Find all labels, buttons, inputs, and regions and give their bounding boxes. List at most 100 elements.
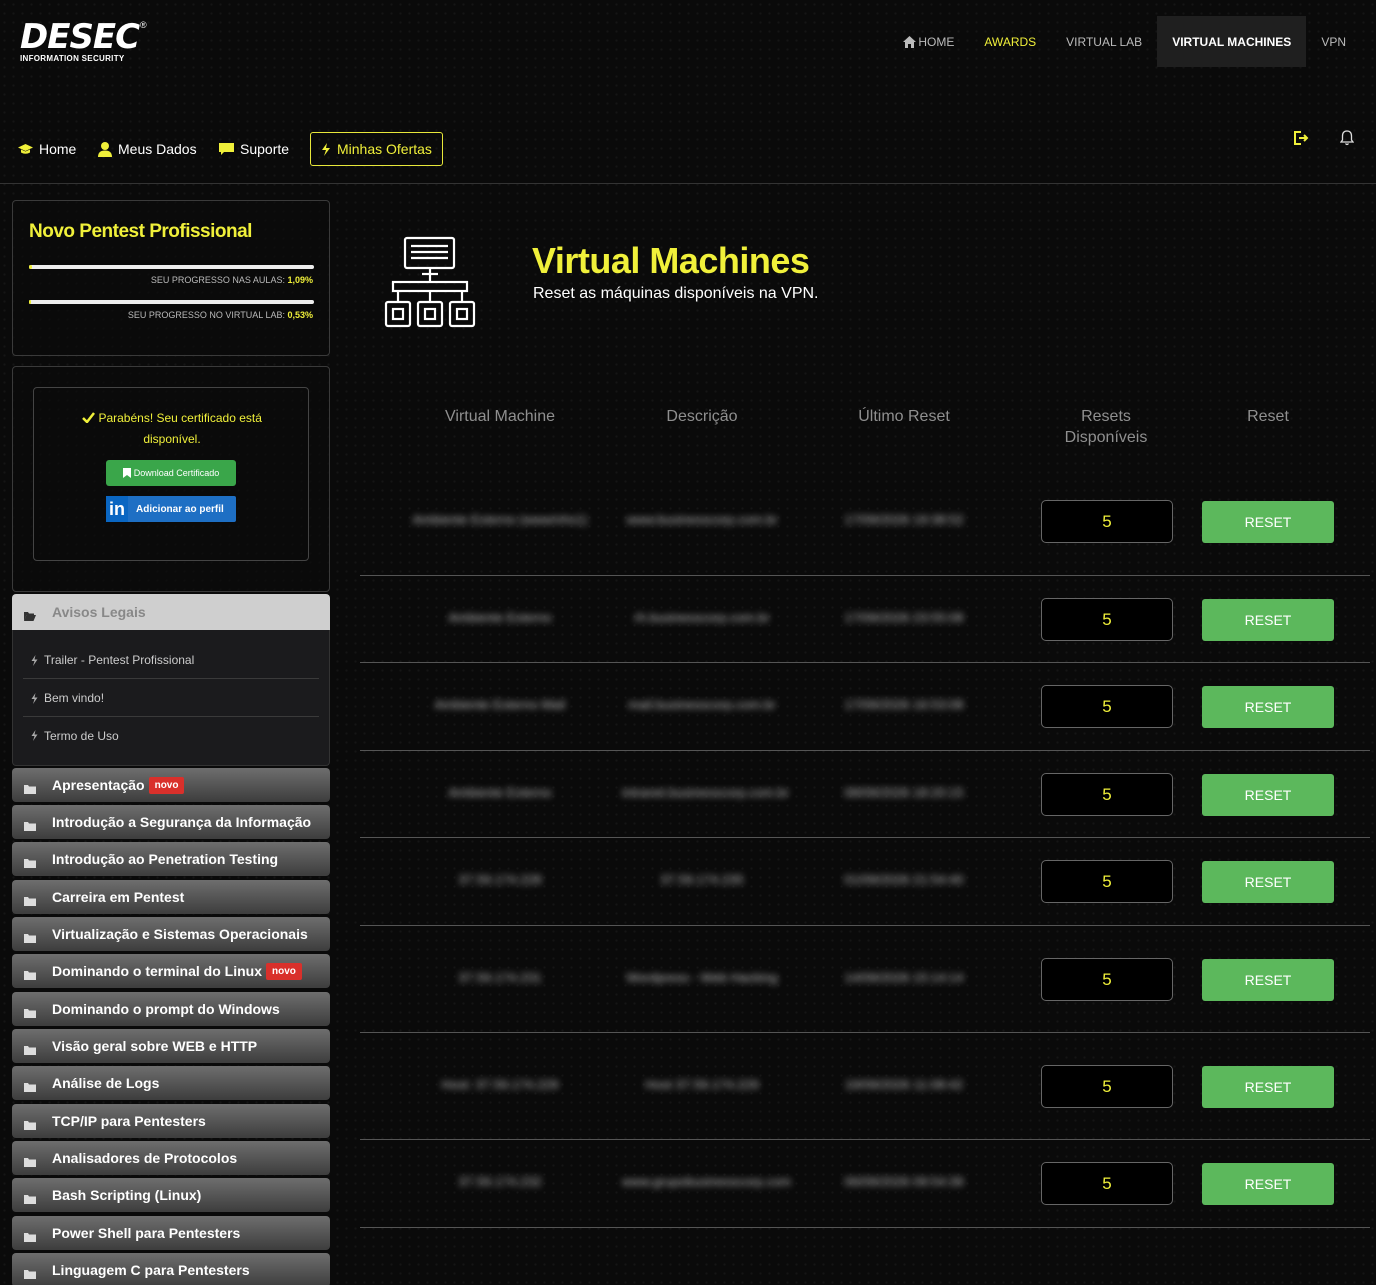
- vm-row: Ambiente Externo intranet.businesscorp.co…: [360, 751, 1370, 838]
- vm-description: intranet.businesscorp.com.br: [622, 785, 789, 800]
- reset-button[interactable]: RESET: [1202, 501, 1334, 543]
- bolt-icon: [31, 654, 38, 666]
- module-item[interactable]: Virtualização e Sistemas Operacionais: [12, 917, 330, 951]
- progress-fill: [29, 300, 31, 304]
- module-item[interactable]: Power Shell para Pentesters: [12, 1216, 330, 1250]
- vm-description: rh.businesscorp.com.br: [634, 610, 770, 625]
- vm-description: 37.59.174.235: [660, 872, 744, 887]
- resets-available-count: 5: [1041, 773, 1173, 816]
- avisos-legais-list: Trailer - Pentest Profissional Bem vindo…: [12, 630, 330, 766]
- folder-icon: [24, 1229, 36, 1242]
- page-subtitle: Reset as máquinas disponíveis na VPN.: [533, 285, 819, 302]
- desec-logo[interactable]: DESEC INFORMATION SECURITY ®: [20, 20, 152, 66]
- nav-virtual-machines[interactable]: VIRTUAL MACHINES: [1157, 16, 1307, 67]
- nav-home[interactable]: HOME: [888, 16, 969, 67]
- certificate-message-line2: disponível.: [143, 432, 201, 446]
- reset-button[interactable]: RESET: [1202, 774, 1334, 816]
- folder-icon: [24, 781, 36, 794]
- logo-registered-mark: ®: [140, 20, 147, 30]
- nav-awards[interactable]: AWARDS: [969, 16, 1051, 67]
- reset-button[interactable]: RESET: [1202, 861, 1334, 903]
- module-item[interactable]: Analisadores de Protocolos: [12, 1141, 330, 1175]
- module-item[interactable]: Carreira em Pentest: [12, 880, 330, 914]
- nav-virtual-lab[interactable]: VIRTUAL LAB: [1051, 16, 1157, 67]
- course-progress-card: Novo Pentest Profissional SEU PROGRESSO …: [12, 200, 330, 356]
- module-item[interactable]: Linguagem C para Pentesters: [12, 1253, 330, 1285]
- logout-icon[interactable]: [1293, 130, 1309, 146]
- module-item[interactable]: Apresentação novo: [12, 768, 330, 802]
- vm-description: mail.businesscorp.com.br: [628, 697, 776, 712]
- page-title: Virtual Machines: [532, 240, 810, 281]
- graduation-cap-icon: [18, 144, 33, 154]
- vm-name: Ambiente Externo: [448, 785, 552, 800]
- header-resets-available: Resets Disponíveis: [1026, 406, 1186, 448]
- home-icon: [903, 35, 917, 48]
- module-item[interactable]: Análise de Logs: [12, 1066, 330, 1100]
- folder-icon: [24, 1266, 36, 1279]
- vm-description: Host 37.59.174.229: [645, 1077, 759, 1092]
- folder-icon: [24, 855, 36, 868]
- module-avisos-legais[interactable]: Avisos Legais: [12, 594, 330, 630]
- lessons-progress-value: 1,09%: [287, 275, 313, 285]
- bookmark-icon: [122, 468, 131, 478]
- module-item-label: Power Shell para Pentesters: [52, 1225, 241, 1241]
- module-item-label: Visão geral sobre WEB e HTTP: [52, 1038, 258, 1054]
- vm-name: Host: 37.59.174.229: [441, 1077, 559, 1092]
- lessons-progress-label: SEU PROGRESSO NAS AULAS: 1,09%: [151, 275, 313, 285]
- module-item[interactable]: Introdução ao Penetration Testing: [12, 842, 330, 876]
- vm-name: 37.59.174.228: [458, 872, 542, 887]
- new-badge: novo: [148, 776, 185, 794]
- chat-bubble-icon: [219, 142, 234, 155]
- subnav-support-label: Suporte: [240, 141, 290, 157]
- module-item[interactable]: Bash Scripting (Linux): [12, 1178, 330, 1212]
- module-item[interactable]: Introdução a Segurança da Informação: [12, 805, 330, 839]
- vm-last-reset: 14/09/2026 15:14:14: [844, 970, 964, 985]
- vm-row: Ambiente Externo (www/vhs1) www.businessc…: [360, 468, 1370, 576]
- download-certificate-label: Download Certificado: [133, 468, 220, 478]
- vm-name: Ambiente Externo Mail: [434, 697, 566, 712]
- subnav-home[interactable]: Home: [18, 132, 76, 166]
- lesson-link[interactable]: Termo de Uso: [23, 717, 319, 754]
- module-item[interactable]: Visão geral sobre WEB e HTTP: [12, 1029, 330, 1063]
- certificate-message: Parabéns! Seu certificado está disponíve…: [34, 408, 310, 450]
- nav-vpn[interactable]: VPN: [1306, 16, 1376, 67]
- subnav-offers-label: Minhas Ofertas: [337, 141, 432, 157]
- vm-last-reset: 17/09/2026 16:53:08: [844, 697, 964, 712]
- subnav-support[interactable]: Suporte: [219, 132, 289, 166]
- vm-last-reset: 17/09/2026 19:38:52: [844, 512, 964, 527]
- resets-available-count: 5: [1041, 598, 1173, 641]
- module-item-label: Dominando o terminal do Linux: [52, 963, 262, 979]
- lesson-link[interactable]: Bem vindo!: [23, 680, 319, 717]
- vm-row: 37.59.174.228 37.59.174.235 01/09/2026 21:…: [360, 838, 1370, 926]
- bolt-icon: [31, 730, 38, 741]
- folder-icon: [24, 818, 36, 831]
- reset-button[interactable]: RESET: [1202, 1163, 1334, 1205]
- module-item[interactable]: Dominando o prompt do Windows: [12, 992, 330, 1026]
- vm-last-reset: 01/09/2026 21:54:40: [844, 872, 964, 887]
- subnav-offers-button[interactable]: Minhas Ofertas: [310, 132, 443, 166]
- folder-icon: [24, 1154, 36, 1167]
- vm-row: Ambiente Externo Mail mail.businesscorp.c…: [360, 663, 1370, 751]
- reset-button[interactable]: RESET: [1202, 959, 1334, 1001]
- resets-available-count: 5: [1041, 685, 1173, 728]
- secondary-nav: Home Meus Dados Suporte Minhas Ofertas: [0, 120, 1376, 184]
- module-item-label: Apresentação: [52, 777, 145, 793]
- header-resets-available-line2: Disponíveis: [1064, 429, 1148, 446]
- lesson-link[interactable]: Trailer - Pentest Profissional: [23, 642, 319, 679]
- module-item-label: Introdução a Segurança da Informação: [52, 814, 312, 830]
- module-item[interactable]: TCP/IP para Pentesters: [12, 1104, 330, 1138]
- course-title: Novo Pentest Profissional: [29, 221, 252, 242]
- linkedin-add-button[interactable]: in Adicionar ao perfil: [106, 496, 236, 522]
- folder-icon: [24, 1005, 36, 1018]
- vm-last-reset: 17/09/2026 23:55:08: [844, 610, 964, 625]
- subnav-my-data-label: Meus Dados: [118, 141, 197, 157]
- reset-button[interactable]: RESET: [1202, 1066, 1334, 1108]
- download-certificate-button[interactable]: Download Certificado: [106, 460, 236, 486]
- reset-button[interactable]: RESET: [1202, 686, 1334, 728]
- folder-icon: [24, 893, 36, 906]
- header-virtual-machine: Virtual Machine: [445, 408, 555, 425]
- subnav-my-data[interactable]: Meus Dados: [98, 132, 197, 166]
- module-item[interactable]: Dominando o terminal do Linux novo: [12, 954, 330, 988]
- bell-icon[interactable]: [1340, 130, 1354, 146]
- reset-button[interactable]: RESET: [1202, 599, 1334, 641]
